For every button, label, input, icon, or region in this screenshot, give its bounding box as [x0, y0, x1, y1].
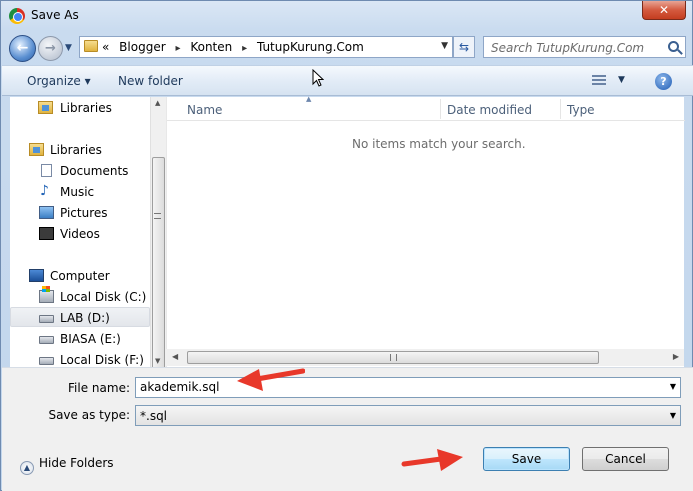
file-name-input[interactable]: [140, 380, 640, 394]
scrollbar-thumb[interactable]: [152, 157, 165, 373]
nav-item-pictures[interactable]: Pictures: [10, 203, 150, 223]
nav-item-videos[interactable]: Videos: [10, 224, 150, 244]
annotation-arrow-icon: [401, 449, 463, 471]
breadcrumb: « Blogger ▸ Konten ▸ TutupKurung.Com: [102, 40, 370, 54]
save-as-dialog: Save As ✕ ← → ▼ « Blogger ▸ Konten ▸ Tut…: [0, 0, 693, 491]
hide-folders-button[interactable]: ▲ Hide Folders: [20, 456, 114, 475]
nav-item-label: Local Disk (F:): [60, 353, 144, 367]
refresh-button[interactable]: ⇆: [453, 36, 475, 58]
title-bar[interactable]: Save As ✕: [1, 1, 692, 31]
save-type-value: *.sql: [140, 409, 168, 423]
address-bar[interactable]: « Blogger ▸ Konten ▸ TutupKurung.Com ▼: [79, 36, 453, 58]
navigation-pane: Libraries Libraries Documents ♪ Music Pi…: [10, 97, 150, 367]
nav-item-label: Computer: [50, 269, 110, 283]
horizontal-scrollbar[interactable]: ◀ ▶: [166, 349, 684, 366]
cancel-button[interactable]: Cancel: [582, 447, 669, 471]
column-name[interactable]: Name: [187, 103, 222, 117]
chevron-down-icon[interactable]: ▼: [441, 41, 448, 51]
computer-icon: [29, 269, 44, 282]
chrome-icon: [9, 8, 25, 24]
nav-item-label: Libraries: [50, 143, 102, 157]
navigation-scrollbar[interactable]: ▲ ▼: [150, 97, 166, 373]
chevron-up-icon: ▲: [20, 461, 34, 475]
nav-item-biasa-e[interactable]: BIASA (E:): [10, 329, 150, 349]
nav-item-libraries[interactable]: Libraries: [10, 140, 150, 160]
help-button[interactable]: ?: [655, 73, 672, 90]
save-button[interactable]: Save: [483, 447, 570, 471]
search-icon[interactable]: [668, 41, 679, 52]
nav-item-label: Libraries: [60, 101, 112, 115]
libraries-icon: [38, 101, 53, 114]
folder-icon: [84, 40, 98, 52]
windows-drive-icon: [39, 286, 54, 303]
scrollbar-thumb[interactable]: [187, 351, 599, 364]
forward-button[interactable]: →: [38, 36, 63, 61]
toolbar: Organize ▾ New folder ▼ ?: [2, 65, 693, 96]
chevron-down-icon[interactable]: ▼: [618, 75, 625, 85]
column-header-row: ▲ Name Date modified Type: [167, 95, 685, 121]
music-icon: ♪: [40, 183, 49, 199]
scroll-up-icon[interactable]: ▲: [155, 99, 160, 107]
navigation-row: ← → ▼ « Blogger ▸ Konten ▸ TutupKurung.C…: [1, 31, 692, 65]
nav-item-libraries-top[interactable]: Libraries: [10, 98, 150, 118]
organize-button[interactable]: Organize ▾: [27, 74, 91, 88]
column-type[interactable]: Type: [567, 103, 595, 117]
save-type-label: Save as type:: [48, 408, 130, 422]
history-dropdown-icon[interactable]: ▼: [65, 43, 72, 53]
drive-icon: [39, 315, 54, 323]
nav-item-documents[interactable]: Documents: [10, 161, 150, 181]
nav-item-label: LAB (D:): [60, 311, 110, 325]
drive-icon: [39, 336, 54, 344]
documents-icon: [41, 164, 52, 177]
pictures-icon: [39, 206, 54, 219]
annotation-arrow-icon: [237, 368, 305, 391]
save-options-panel: File name: ▼ Save as type: *.sql ▼ ▲ Hide…: [2, 367, 693, 491]
back-button[interactable]: ←: [9, 35, 36, 62]
mouse-cursor-icon: [312, 69, 324, 87]
view-options-icon[interactable]: [592, 73, 610, 89]
search-placeholder: Search TutupKurung.Com: [491, 41, 645, 55]
hide-folders-label: Hide Folders: [39, 456, 114, 470]
nav-item-label: Documents: [60, 164, 129, 178]
file-name-field[interactable]: ▼: [135, 377, 681, 398]
chevron-down-icon: ▼: [669, 411, 676, 420]
nav-item-label: Music: [60, 185, 95, 199]
column-divider[interactable]: [440, 99, 441, 119]
search-input[interactable]: Search TutupKurung.Com: [483, 36, 686, 58]
nav-item-local-disk-c[interactable]: Local Disk (C:): [10, 286, 150, 307]
chevron-right-icon[interactable]: ▸: [175, 43, 180, 54]
nav-item-label: BIASA (E:): [60, 332, 121, 346]
nav-item-music[interactable]: ♪ Music: [10, 182, 150, 202]
file-list[interactable]: ▲ Name Date modified Type No items match…: [166, 95, 685, 367]
column-date-modified[interactable]: Date modified: [447, 103, 532, 117]
save-type-select[interactable]: *.sql ▼: [135, 405, 681, 426]
chevron-right-icon[interactable]: ▸: [242, 43, 247, 54]
drive-icon: [39, 357, 54, 365]
file-name-label: File name:: [68, 381, 130, 395]
nav-item-lab-d[interactable]: LAB (D:): [10, 307, 150, 327]
nav-item-computer[interactable]: Computer: [10, 266, 150, 286]
scrollbar-grip: [154, 213, 161, 219]
scrollbar-grip: [390, 354, 397, 361]
chevron-down-icon[interactable]: ▼: [670, 382, 676, 391]
empty-message: No items match your search.: [352, 137, 526, 151]
close-button[interactable]: ✕: [642, 1, 686, 20]
scroll-right-icon[interactable]: ▶: [673, 352, 679, 361]
column-divider[interactable]: [560, 99, 561, 119]
breadcrumb-konten[interactable]: Konten: [190, 40, 232, 54]
sort-arrow-icon: ▲: [306, 95, 312, 103]
scroll-down-icon[interactable]: ▼: [155, 357, 160, 365]
nav-item-label: Videos: [60, 227, 100, 241]
scroll-left-icon[interactable]: ◀: [172, 352, 178, 361]
window-title: Save As: [31, 8, 79, 22]
nav-item-local-disk-f[interactable]: Local Disk (F:): [10, 350, 150, 367]
breadcrumb-tutupkurung[interactable]: TutupKurung.Com: [257, 40, 364, 54]
videos-icon: [39, 227, 54, 240]
breadcrumb-blogger[interactable]: Blogger: [119, 40, 165, 54]
nav-item-label: Local Disk (C:): [60, 290, 147, 304]
libraries-icon: [29, 143, 44, 156]
new-folder-button[interactable]: New folder: [118, 74, 183, 88]
nav-item-label: Pictures: [60, 206, 108, 220]
breadcrumb-overflow[interactable]: «: [102, 40, 109, 54]
